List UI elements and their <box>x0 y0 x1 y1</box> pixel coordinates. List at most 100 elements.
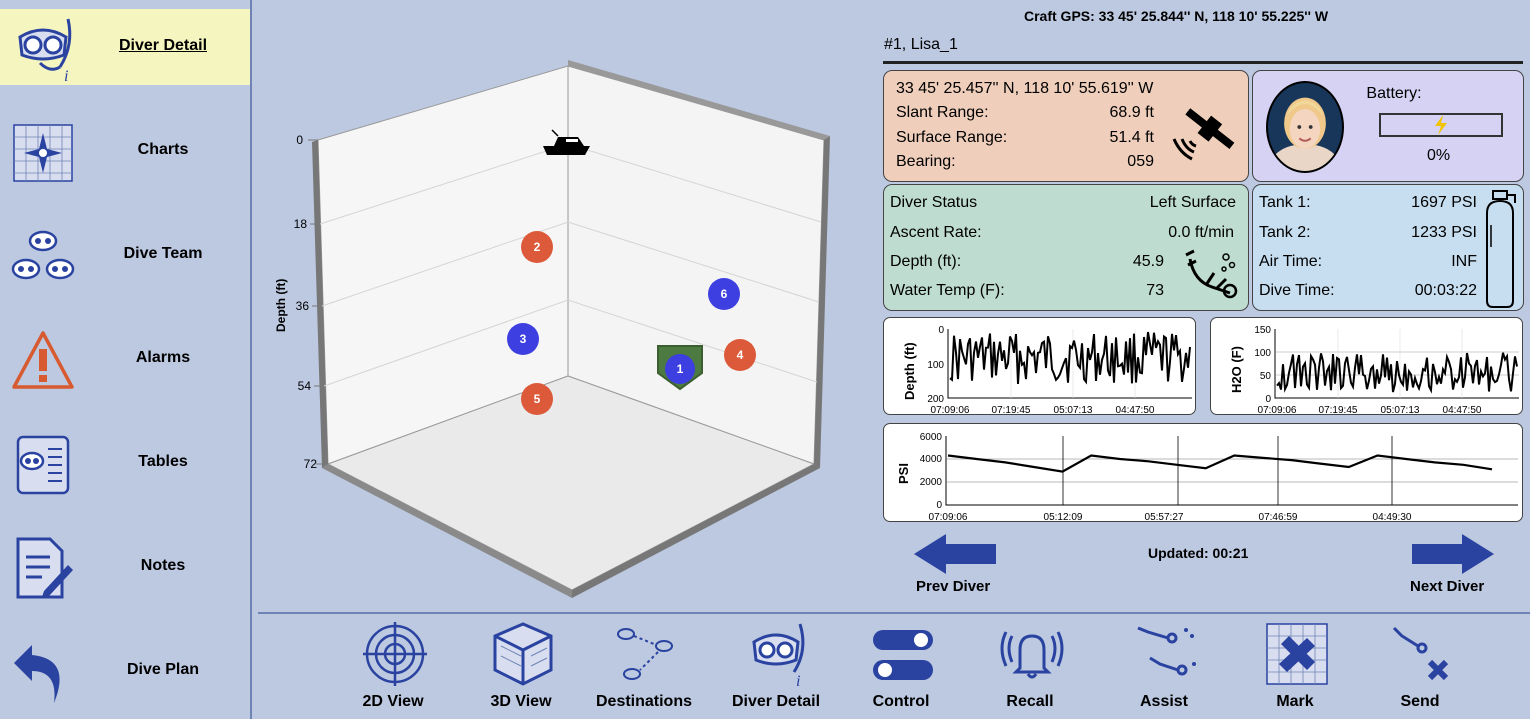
toolbar-label: Destinations <box>595 693 692 710</box>
depth-chart-ytick: 100 <box>927 360 944 371</box>
temp-chart-line <box>1276 352 1518 394</box>
battery-label: Battery: <box>1366 85 1422 102</box>
temp-chart-ytick: 0 <box>1265 394 1271 405</box>
psi-chart-ytick: 0 <box>936 500 942 511</box>
cube-icon <box>493 622 553 686</box>
psi-chart: PSI 6000 4000 2000 0 07:09:06 05:12:09 0… <box>883 423 1523 522</box>
battery-value: 0% <box>1427 147 1451 164</box>
psi-chart-ytick: 2000 <box>920 477 943 488</box>
toolbar-label: Assist <box>1139 693 1189 710</box>
battery-bar <box>1379 113 1503 137</box>
next-diver-button[interactable]: Next Diver <box>1410 578 1484 595</box>
depth-tick-label: 36 <box>296 299 310 313</box>
toolbar-label: 2D View <box>362 693 424 710</box>
send-diver-icon <box>1392 626 1449 681</box>
battery-panel: Battery: 0% <box>1252 70 1524 182</box>
depth-chart-xtick: 07:09:06 <box>931 405 970 415</box>
svg-text:3: 3 <box>520 332 527 346</box>
sidebar-item-tables[interactable]: Tables <box>0 425 250 501</box>
toolbar-recall-button[interactable]: Recall <box>970 622 1090 718</box>
sidebar-item-charts[interactable]: Charts <box>0 113 250 189</box>
slant-range-label: Slant Range: <box>896 104 989 121</box>
toolbar-divider <box>258 612 1530 614</box>
slant-range-value: 68.9 ft <box>1109 104 1154 121</box>
svg-text:6: 6 <box>721 287 728 301</box>
depth-tick-label: 72 <box>304 457 318 471</box>
diver-marker-3[interactable]: 3 <box>507 323 539 355</box>
temp-chart-xtick: 07:19:45 <box>1319 405 1358 415</box>
depth-axis-label: Depth (ft) <box>274 279 288 332</box>
depth-chart-xtick: 05:07:13 <box>1054 405 1093 415</box>
depth-chart-xtick: 04:47:50 <box>1116 405 1155 415</box>
updated-status: Updated: 00:21 <box>1148 545 1249 561</box>
tank1-value: 1697 PSI <box>1411 194 1477 211</box>
toolbar-assist-button[interactable]: Assist <box>1104 622 1224 718</box>
depth-tick-label: 0 <box>296 133 303 147</box>
bearing-label: Bearing: <box>896 153 956 170</box>
toolbar-destinations-button[interactable]: Destinations <box>584 622 704 718</box>
surface-range-value: 51.4 ft <box>1109 129 1154 146</box>
psi-chart-line <box>947 454 1493 473</box>
sidebar-item-dive-team[interactable]: Dive Team <box>0 217 250 293</box>
toolbar-send-button[interactable]: Send <box>1360 622 1480 718</box>
toolbar-3d-view-button[interactable]: 3D View <box>461 622 581 718</box>
depth-tick-label: 54 <box>298 379 312 393</box>
diver-marker-2[interactable]: 2 <box>521 231 553 263</box>
svg-text:i: i <box>64 68 68 81</box>
diver-marker-6[interactable]: 6 <box>708 278 740 310</box>
prev-diver-arrow-icon[interactable] <box>914 534 998 574</box>
tank1-label: Tank 1: <box>1259 194 1311 211</box>
depth-chart-ytick: 0 <box>938 325 944 336</box>
sidebar-item-label: Dive Team <box>123 245 203 262</box>
next-diver-arrow-icon[interactable] <box>1410 534 1494 574</box>
toolbar-control-button[interactable]: Control <box>841 622 961 718</box>
toggle-switches-icon <box>873 630 933 680</box>
temp-chart-ytick: 150 <box>1254 325 1271 336</box>
ascent-rate-label: Ascent Rate: <box>890 224 982 241</box>
depth-chart-xtick: 07:19:45 <box>992 405 1031 415</box>
psi-chart-xtick: 05:12:09 <box>1044 512 1083 522</box>
warning-triangle-icon <box>12 331 74 389</box>
air-time-label: Air Time: <box>1259 253 1323 270</box>
svg-text:i: i <box>796 673 800 686</box>
bearing-value: 059 <box>1127 153 1154 170</box>
toolbar-label: Mark <box>1276 693 1314 710</box>
air-time-value: INF <box>1451 253 1477 270</box>
compass-chart-icon <box>13 124 73 182</box>
tanks-panel: Tank 1: 1697 PSI Tank 2: 1233 PSI Air Ti… <box>1252 184 1524 311</box>
sidebar-item-label: Charts <box>137 141 189 158</box>
psi-chart-xtick: 07:09:06 <box>929 512 968 522</box>
lightning-icon <box>1435 115 1447 135</box>
dive-3d-view[interactable]: 0 18 36 54 72 Depth (ft) 2 6 3 4 5 1 <box>262 50 862 610</box>
craft-gps: Craft GPS: 33 45' 25.844'' N, 118 10' 55… <box>1024 8 1329 24</box>
sidebar: i Diver Detail Charts Dive Team Alarms T… <box>0 0 252 719</box>
svg-text:2: 2 <box>534 240 541 254</box>
temp-chart-xtick: 05:07:13 <box>1381 405 1420 415</box>
depth-chart: Depth (ft) 0 100 200 07:09:06 07:19:45 0… <box>883 317 1196 415</box>
diver-mask-icon: i <box>752 623 805 686</box>
back-arrow-icon <box>14 645 60 703</box>
sidebar-item-label: Notes <box>140 557 186 574</box>
sidebar-item-alarms[interactable]: Alarms <box>0 321 250 397</box>
diver-status-value: Left Surface <box>1149 194 1236 211</box>
toolbar-label: Send <box>1400 693 1440 710</box>
sidebar-item-notes[interactable]: Notes <box>0 529 250 605</box>
prev-diver-button[interactable]: Prev Diver <box>916 578 990 595</box>
sidebar-item-dive-plan[interactable]: Dive Plan <box>0 633 250 709</box>
dive-time-value: 00:03:22 <box>1414 282 1477 299</box>
diver-marker-5[interactable]: 5 <box>521 383 553 415</box>
target-icon <box>363 622 427 686</box>
diver-mask-icon: i <box>18 18 72 81</box>
sidebar-item-label: Alarms <box>135 349 191 366</box>
recall-bell-icon <box>1000 631 1064 679</box>
toolbar-label: Diver Detail <box>731 693 821 710</box>
sidebar-item-diver-detail[interactable]: i Diver Detail <box>0 9 250 85</box>
toolbar-label: 3D View <box>490 693 552 710</box>
toolbar-label: Control <box>872 693 930 710</box>
toolbar-diver-detail-button[interactable]: i Diver Detail <box>716 622 836 718</box>
diver-marker-4[interactable]: 4 <box>724 339 756 371</box>
temp-chart-ytick: 50 <box>1260 371 1272 382</box>
diver-name: #1, Lisa_1 <box>884 36 958 53</box>
toolbar-mark-button[interactable]: Mark <box>1235 622 1355 718</box>
toolbar-2d-view-button[interactable]: 2D View <box>333 622 453 718</box>
